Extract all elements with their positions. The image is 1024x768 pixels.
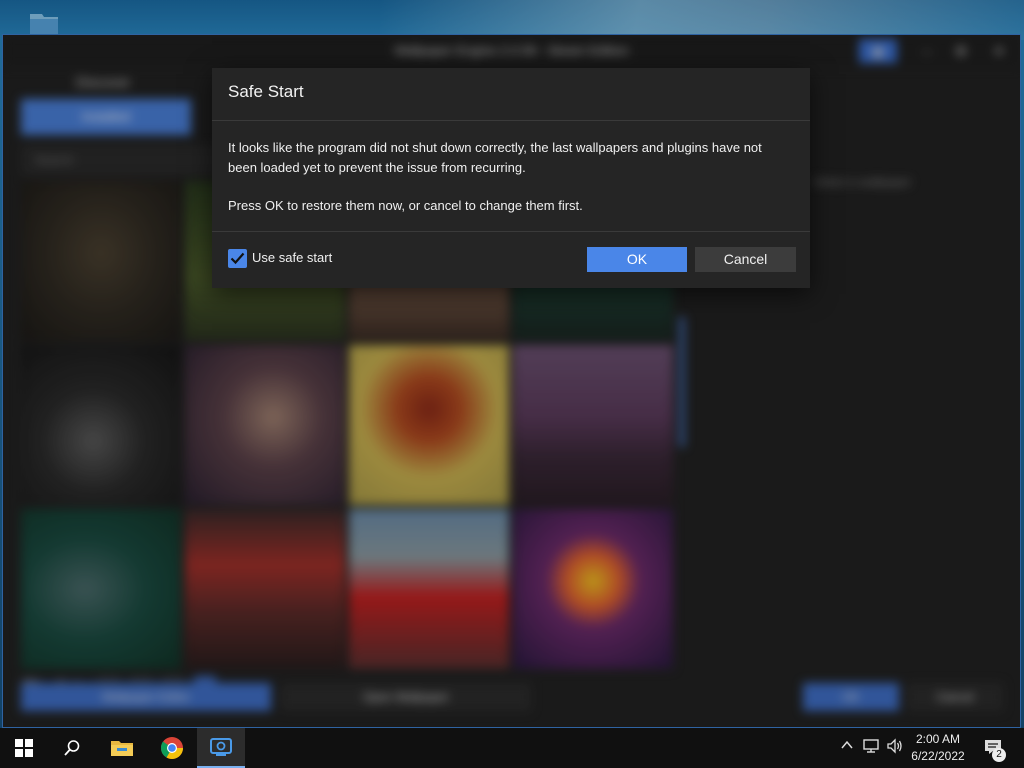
checkmark-icon <box>230 252 245 265</box>
dialog-divider-top <box>212 120 810 121</box>
clock-date[interactable]: 6/22/2022 <box>906 749 970 763</box>
notification-count-badge: 2 <box>992 748 1006 762</box>
safe-start-checkbox[interactable] <box>228 249 247 268</box>
start-icon[interactable] <box>0 728 48 768</box>
clock-time[interactable]: 2:00 AM <box>910 732 966 746</box>
dialog-instruction: Press OK to restore them now, or cancel … <box>228 198 583 213</box>
search-icon[interactable] <box>48 728 96 768</box>
dialog-divider-bottom <box>212 231 810 232</box>
volume-icon[interactable] <box>886 738 904 758</box>
taskbar: 2:00 AM 6/22/2022 2 <box>0 728 1024 768</box>
chrome-icon[interactable] <box>148 728 196 768</box>
ok-button[interactable]: OK <box>587 247 687 272</box>
dialog-title: Safe Start <box>228 82 304 101</box>
wallpaper-engine-icon[interactable] <box>197 728 245 768</box>
file-explorer-icon[interactable] <box>98 728 146 768</box>
safe-start-dialog: Safe Start It looks like the program did… <box>212 68 810 288</box>
dialog-message: It looks like the program did not shut d… <box>228 140 762 175</box>
network-icon[interactable] <box>862 738 880 758</box>
cancel-button[interactable]: Cancel <box>695 247 796 272</box>
chevron-up-icon[interactable] <box>838 738 856 758</box>
safe-start-label[interactable]: Use safe start <box>252 250 332 265</box>
